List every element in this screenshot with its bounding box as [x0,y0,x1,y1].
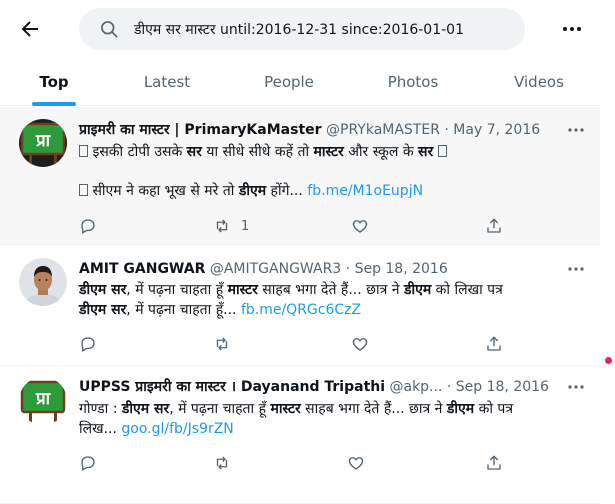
missing-glyph-box [79,145,88,157]
tweet[interactable]: प्रा UPPSS प्राइमरी का मास्टर । Dayanand… [0,367,600,504]
display-name[interactable]: AMIT GANGWAR [79,261,205,277]
tab-people[interactable]: People [246,58,332,106]
display-name[interactable]: UPPSS प्राइमरी का मास्टर । Dayanand Trip… [79,379,385,395]
search-box[interactable] [79,8,525,50]
tweet-actions: 1 [79,216,519,236]
share-button[interactable] [485,334,503,354]
missing-glyph-box [437,145,447,157]
active-tab-indicator [32,102,76,106]
tweet-text-line: गोण्डा : डीएम सर, में पढ़ना चाहता हूँ मा… [79,401,514,417]
back-arrow-icon[interactable] [18,17,42,41]
like-button[interactable] [351,216,369,236]
heart-icon [352,338,368,351]
notification-dot [605,357,612,364]
scrollbar[interactable] [600,0,615,504]
tweet-header: UPPSS प्राइमरी का मास्टर । Dayanand Trip… [79,378,549,397]
retweet-button[interactable]: 1 [213,216,249,236]
display-name[interactable]: प्राइमरी का मास्टर | PrimaryKaMaster [79,122,322,138]
share-button[interactable] [485,216,503,236]
tab-top-label: Top [39,73,69,91]
reply-button[interactable] [79,334,97,354]
avatar-logo-text: प्रा [35,389,51,409]
avatar[interactable] [19,258,67,306]
tab-latest-label: Latest [143,73,191,91]
tweet-date[interactable]: May 7, 2016 [453,122,540,138]
top-bar [0,0,600,58]
tweet-more-icon[interactable] [565,120,587,140]
avatar[interactable]: प्रा [19,377,67,425]
reply-icon [81,337,95,352]
tweet-header: AMIT GANGWAR @AMITGANGWAR3 · Sep 18, 201… [79,260,448,279]
tweet-text-line: सीएम ने कहा भूख से मरे तो डीएम होंगे... … [79,181,579,201]
like-button[interactable] [347,453,365,473]
retweet-count: 1 [241,218,250,234]
tweet-actions [79,334,519,354]
tweet-link[interactable]: fb.me/QRGc6CzZ [241,302,361,318]
separator-dot: · [446,379,452,395]
like-button[interactable] [351,334,369,354]
reply-button[interactable] [79,453,97,473]
search-icon [99,19,119,39]
separator-dot: · [444,122,449,138]
avatar[interactable]: प्रा [19,119,67,167]
reply-icon [81,219,95,234]
share-icon [487,336,501,351]
tweet-text-line: लिख... goo.gl/fb/Js9rZN [79,421,234,437]
share-button[interactable] [485,453,503,473]
tab-photos-label: Photos [387,73,439,91]
tab-videos-label: Videos [514,73,564,91]
user-handle[interactable]: @PRYkaMASTER [326,122,440,138]
tab-people-label: People [264,73,314,91]
retweet-button[interactable] [213,453,231,473]
retweet-icon [216,337,228,351]
search-tabs: Top Latest People Photos Videos [0,58,600,106]
more-options-icon[interactable] [560,17,584,41]
reply-icon [81,456,95,471]
reply-button[interactable] [79,216,97,236]
tweet-date[interactable]: Sep 18, 2016 [456,379,549,395]
tweet-text-line: डीएम सर, में पढ़ना चाहता हूँ... fb.me/QR… [79,302,362,318]
tab-videos[interactable]: Videos [496,58,582,106]
retweet-icon [216,219,228,233]
tweet[interactable]: प्रा प्राइमरी का मास्टर | PrimaryKaMaste… [0,107,600,245]
user-handle[interactable]: @akp... [389,379,442,395]
avatar-logo-text: प्रा [35,131,51,151]
separator-dot: · [345,261,351,277]
share-icon [487,218,501,233]
tab-photos[interactable]: Photos [370,58,456,106]
tweet-actions [79,453,519,473]
tweet-text-line: डीएम सर, में पढ़ना चाहता हूँ मास्टर साहब… [79,282,503,298]
tweet-text-line: इसकी टोपी उसके सर या सीधे सीधे कहें तो म… [79,142,579,162]
tab-top[interactable]: Top [14,58,94,106]
tab-latest[interactable]: Latest [124,58,210,106]
tweet-link[interactable]: fb.me/M1oEupjN [307,183,423,199]
missing-glyph-box [79,184,88,196]
tweet-link[interactable]: goo.gl/fb/Js9rZN [121,421,233,437]
tweet-more-icon[interactable] [565,259,587,279]
user-handle[interactable]: @AMITGANGWAR3 [210,261,341,277]
tweet[interactable]: AMIT GANGWAR @AMITGANGWAR3 · Sep 18, 201… [0,246,600,366]
tweet-header: प्राइमरी का मास्टर | PrimaryKaMaster @PR… [79,121,540,140]
search-input[interactable] [134,8,514,50]
share-icon [487,455,501,470]
retweet-button[interactable] [213,334,231,354]
tweet-more-icon[interactable] [565,377,587,397]
heart-icon [348,457,364,470]
tweet-date[interactable]: Sep 18, 2016 [355,261,448,277]
heart-icon [352,220,368,233]
retweet-icon [216,456,228,470]
